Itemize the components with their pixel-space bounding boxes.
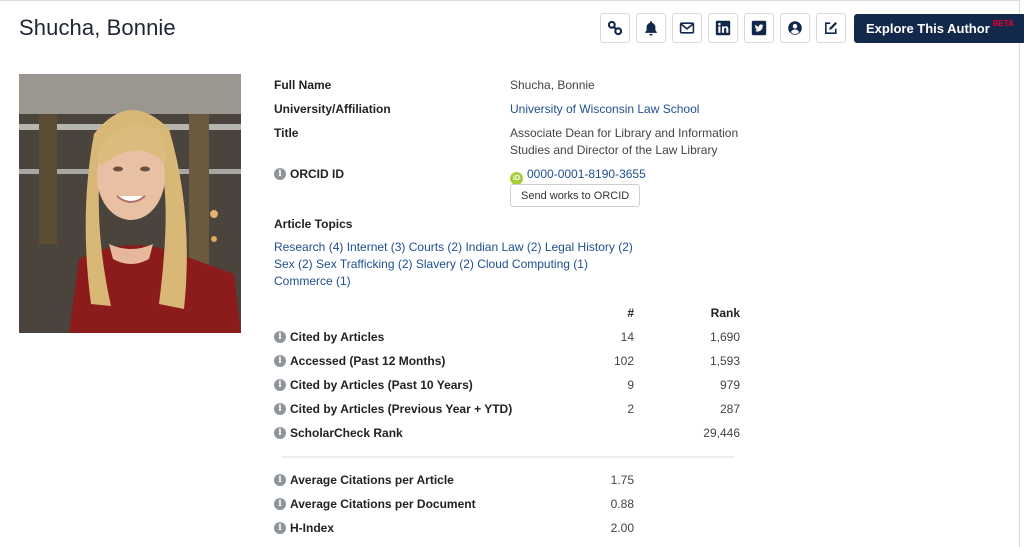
affiliation-link[interactable]: University of Wisconsin Law School <box>510 101 699 118</box>
author-toolbar: Explore This Author BETA <box>600 13 1024 43</box>
stat-label: ScholarCheck Rank <box>290 426 403 440</box>
info-icon[interactable]: i <box>274 331 286 343</box>
author-photo <box>19 74 241 333</box>
article-topics-list: Research (4) Internet (3) Courts (2) Ind… <box>274 239 654 290</box>
alerts-button[interactable] <box>636 13 666 43</box>
explore-author-label: Explore This Author <box>866 20 990 36</box>
topic-link[interactable]: Courts (2) <box>409 240 462 254</box>
average-value: 1.75 <box>610 473 634 487</box>
twitter-icon <box>751 20 767 36</box>
envelope-icon <box>679 22 695 34</box>
affiliation-label: University/Affiliation <box>274 102 391 116</box>
explore-author-button[interactable]: Explore This Author BETA <box>854 13 1024 43</box>
title-value: Associate Dean for Library and Informati… <box>510 125 738 159</box>
stat-rank: 29,446 <box>703 426 740 440</box>
topic-link[interactable]: Slavery (2) <box>416 257 474 271</box>
linkedin-button[interactable] <box>708 13 738 43</box>
topic-link[interactable]: Research (4) <box>274 240 343 254</box>
info-icon[interactable]: i <box>274 522 286 534</box>
full-name-value: Shucha, Bonnie <box>510 78 595 92</box>
title-label: Title <box>274 126 299 140</box>
title-line-2: Studies and Director of the Law Library <box>510 143 718 157</box>
stat-num: 9 <box>627 378 634 392</box>
orcid-label: ORCID ID <box>290 167 344 181</box>
stat-num: 102 <box>613 354 634 368</box>
topic-link[interactable]: Indian Law (2) <box>465 240 541 254</box>
average-label: H-Index <box>290 521 335 535</box>
linkedin-icon <box>715 20 731 36</box>
stat-rank: 287 <box>719 402 740 416</box>
stat-label: Cited by Articles <box>290 330 385 344</box>
topic-link[interactable]: Sex Trafficking (2) <box>316 257 412 271</box>
orcid-value: iD 0000-0001-8190-3655 <box>510 166 646 185</box>
bell-icon <box>645 21 657 36</box>
stat-rank: 1,690 <box>709 330 740 344</box>
average-value: 2.00 <box>610 521 634 535</box>
stat-rank: 1,593 <box>709 354 740 368</box>
topic-link[interactable]: Internet (3) <box>347 240 406 254</box>
average-value: 0.88 <box>610 497 634 511</box>
title-line-1: Associate Dean for Library and Informati… <box>510 126 739 140</box>
stat-label: Cited by Articles (Previous Year + YTD) <box>290 402 513 416</box>
article-topics-label: Article Topics <box>274 217 353 231</box>
orcid-link[interactable]: 0000-0001-8190-3655 <box>527 167 646 181</box>
average-label: Average Citations per Article <box>290 473 454 487</box>
topic-link[interactable]: Sex (2) <box>274 257 313 271</box>
stats-divider <box>282 456 734 458</box>
stat-rank: 979 <box>719 378 740 392</box>
beta-badge: BETA <box>992 18 1014 28</box>
twitter-button[interactable] <box>744 13 774 43</box>
send-works-to-orcid-button[interactable]: Send works to ORCID <box>510 184 641 207</box>
profile-button[interactable] <box>780 13 810 43</box>
portrait-image <box>19 74 241 333</box>
stat-num: 2 <box>627 402 634 416</box>
page-title: Shucha, Bonnie <box>19 15 176 40</box>
topic-link[interactable]: Commerce (1) <box>274 274 351 288</box>
email-button[interactable] <box>672 13 702 43</box>
copy-link-button[interactable] <box>600 13 630 43</box>
info-icon[interactable]: i <box>274 427 286 439</box>
orcid-label-row: i ORCID ID <box>274 167 344 181</box>
average-label: Average Citations per Document <box>290 497 476 511</box>
stat-label: Accessed (Past 12 Months) <box>290 354 446 368</box>
stat-num: 14 <box>620 330 634 344</box>
stats-col-rank-header: Rank <box>710 306 740 320</box>
edit-icon <box>825 22 837 34</box>
topic-link[interactable]: Legal History (2) <box>545 240 633 254</box>
stat-label: Cited by Articles (Past 10 Years) <box>290 378 473 392</box>
info-icon[interactable]: i <box>274 379 286 391</box>
topic-link[interactable]: Cloud Computing (1) <box>477 257 588 271</box>
user-circle-icon <box>788 21 802 35</box>
info-icon[interactable]: i <box>274 168 286 180</box>
stats-col-num-header: # <box>627 306 634 320</box>
info-icon[interactable]: i <box>274 403 286 415</box>
info-icon[interactable]: i <box>274 474 286 486</box>
info-icon[interactable]: i <box>274 355 286 367</box>
info-icon[interactable]: i <box>274 498 286 510</box>
edit-button[interactable] <box>816 13 846 43</box>
link-icon <box>607 20 623 36</box>
full-name-label: Full Name <box>274 78 332 92</box>
